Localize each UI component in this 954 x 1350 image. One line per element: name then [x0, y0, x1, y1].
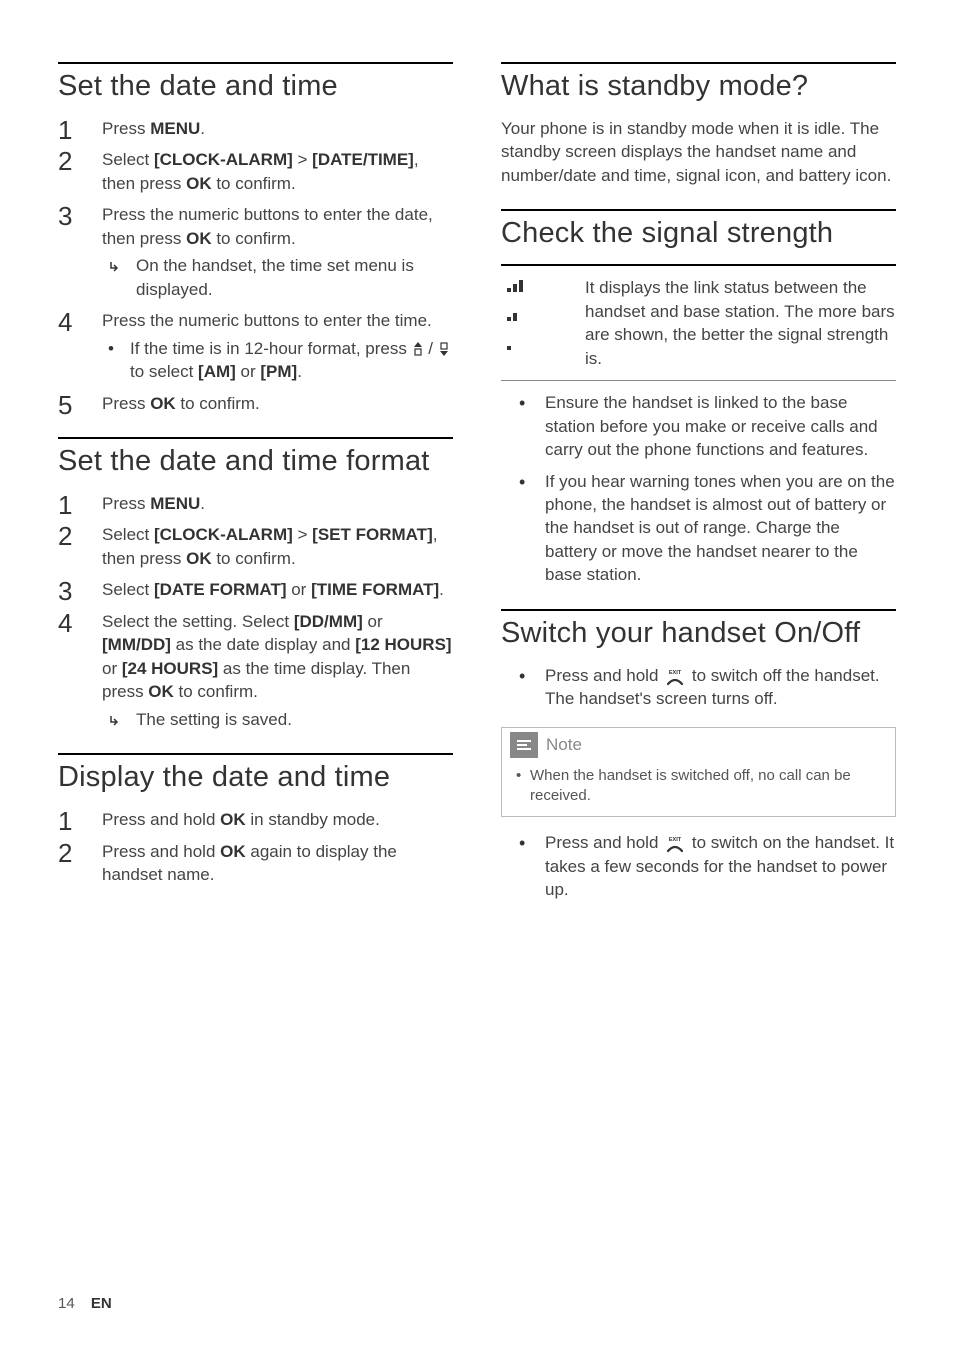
switch-off-list: Press and hold EXIT to switch off the ha… [501, 664, 896, 711]
list-item: Press and hold EXIT to switch on the han… [501, 831, 896, 901]
note-box: Note When the handset is switched off, n… [501, 727, 896, 818]
step-item: Select [DATE FORMAT] or [TIME FORMAT]. [58, 578, 453, 601]
signal-notes: Ensure the handset is linked to the base… [501, 391, 896, 587]
step-item: Press MENU. [58, 117, 453, 140]
step-item: Press and hold OK in standby mode. [58, 808, 453, 831]
result-arrow-icon [108, 712, 122, 735]
switch-on-list: Press and hold EXIT to switch on the han… [501, 831, 896, 901]
svg-text:EXIT: EXIT [669, 837, 682, 843]
signal-3-bars-icon [505, 278, 527, 299]
result-item: On the handset, the time set menu is dis… [102, 254, 453, 301]
note-label: Note [546, 735, 582, 755]
signal-1-bar-icon [505, 336, 527, 357]
step-item: Select [CLOCK-ALARM] > [SET FORMAT], the… [58, 523, 453, 570]
page-number: 14 [58, 1295, 75, 1312]
steps-set-date-time: Press MENU. Select [CLOCK-ALARM] > [DATE… [58, 117, 453, 415]
heading-signal-strength: Check the signal strength [501, 209, 896, 250]
list-item: Press and hold EXIT to switch off the ha… [501, 664, 896, 711]
heading-display-date-time: Display the date and time [58, 753, 453, 794]
para-standby: Your phone is in standby mode when it is… [501, 117, 896, 187]
steps-set-format: Press MENU. Select [CLOCK-ALARM] > [SET … [58, 492, 453, 731]
left-column: Set the date and time Press MENU. Select… [58, 62, 453, 910]
heading-set-date-time: Set the date and time [58, 62, 453, 103]
heading-set-date-time-format: Set the date and time format [58, 437, 453, 478]
step-item: Select [CLOCK-ALARM] > [DATE/TIME], then… [58, 148, 453, 195]
nav-up-icon [412, 340, 424, 356]
heading-standby-mode: What is standby mode? [501, 62, 896, 103]
step-item: Press and hold OK again to display the h… [58, 840, 453, 887]
page-footer: 14 EN [58, 1295, 112, 1312]
result-item: The setting is saved. [102, 708, 453, 731]
result-arrow-icon [108, 258, 122, 281]
heading-switch-on-off: Switch your handset On/Off [501, 609, 896, 650]
signal-2-bars-icon [505, 307, 527, 328]
list-item: If you hear warning tones when you are o… [501, 470, 896, 587]
nav-down-icon [438, 340, 450, 356]
steps-display-date-time: Press and hold OK in standby mode. Press… [58, 808, 453, 886]
step-item: Select the setting. Select [DD/MM] or [M… [58, 610, 453, 731]
step-item: Press OK to confirm. [58, 392, 453, 415]
sub-item: If the time is in 12-hour format, press … [102, 337, 453, 384]
list-item: Ensure the handset is linked to the base… [501, 391, 896, 461]
step-item: Press the numeric buttons to enter the d… [58, 203, 453, 301]
note-text: When the handset is switched off, no cal… [516, 766, 883, 807]
right-column: What is standby mode? Your phone is in s… [501, 62, 896, 910]
svg-text:EXIT: EXIT [669, 670, 682, 676]
page-lang: EN [91, 1295, 112, 1312]
note-icon [510, 732, 538, 758]
step-item: Press MENU. [58, 492, 453, 515]
signal-description: It displays the link status between the … [585, 274, 896, 370]
signal-table: It displays the link status between the … [501, 264, 896, 381]
exit-key-icon: EXIT [663, 668, 687, 686]
step-item: Press the numeric buttons to enter the t… [58, 309, 453, 383]
exit-key-icon: EXIT [663, 835, 687, 853]
